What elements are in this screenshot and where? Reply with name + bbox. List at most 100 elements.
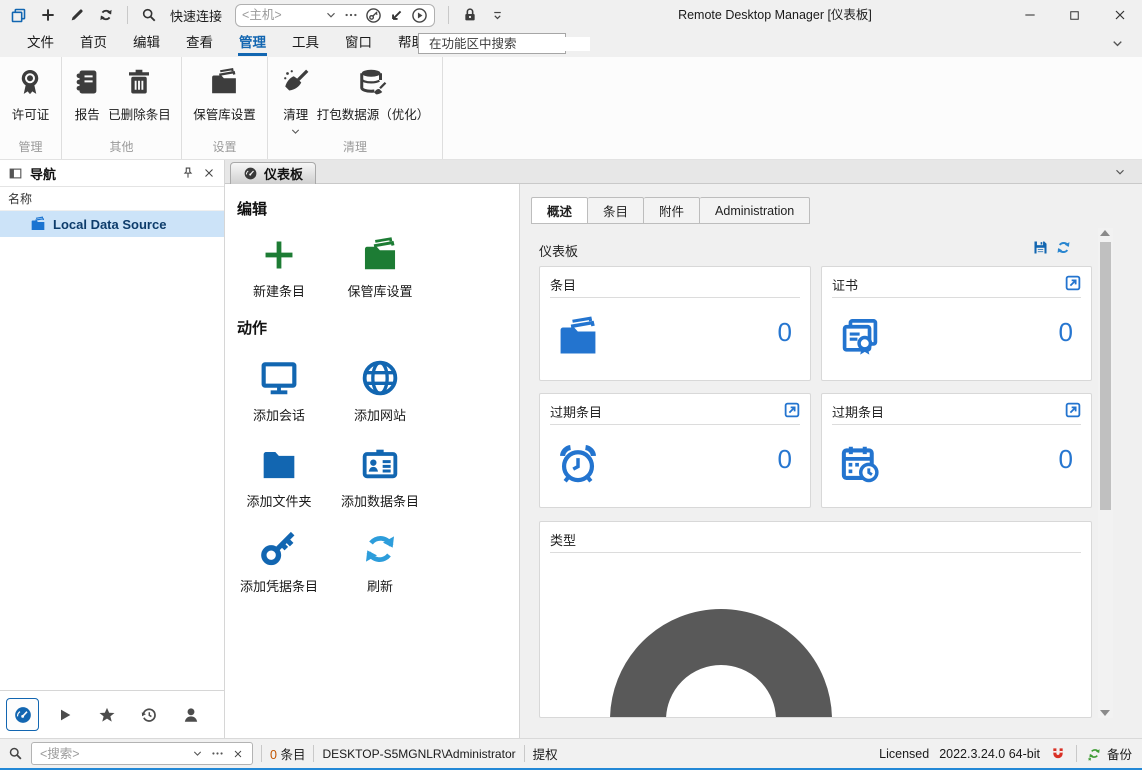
close-button[interactable] [1097,0,1142,30]
edit-pencil-icon[interactable] [69,7,85,23]
sessions-view-button[interactable] [48,698,81,731]
refresh-dashboard-icon[interactable] [1055,239,1072,256]
ribbon-group-cleanup: 清理 打包数据源（优化） 清理 [268,57,443,159]
card-expired-entries-1[interactable]: 过期条目 0 [539,393,811,508]
tab-overview[interactable]: 概述 [531,197,588,224]
ribbon-search-input[interactable] [429,37,590,51]
dashboard-scrollbar[interactable] [1098,228,1113,718]
add-folder-button[interactable]: 添加文件夹 [227,444,331,510]
search-icon [8,746,23,761]
menu-item-tools[interactable]: 工具 [279,30,332,57]
tab-attachments[interactable]: 附件 [644,197,700,224]
backup-sync-icon [1087,746,1102,761]
cleanup-button[interactable]: 清理 [281,65,311,137]
external-link-icon[interactable] [783,401,801,419]
license-badge-icon [15,67,45,97]
quick-connect-box [235,4,435,27]
add-website-button[interactable]: 添加网站 [328,358,432,424]
collapse-ribbon-icon[interactable] [1111,37,1124,50]
certificates-count: 0 [1059,317,1073,348]
vault-settings-edit-button[interactable]: 保管库设置 [328,236,432,300]
tab-administration[interactable]: Administration [700,197,810,224]
quick-connect-label: 快速连接 [170,6,222,25]
ellipsis-icon[interactable] [211,747,224,760]
dashboard-section-title: 仪表板 [539,241,578,260]
menu-item-view[interactable]: 查看 [173,30,226,57]
quick-connect-arrow-icon[interactable] [389,8,404,23]
add-data-entry-button[interactable]: 添加数据条目 [328,444,432,510]
card-divider [550,424,800,425]
card-expired-entries-2[interactable]: 过期条目 0 [821,393,1092,508]
license-button[interactable]: 许可证 [12,65,50,123]
calendar-clock-icon [838,442,882,486]
scrollbar-thumb[interactable] [1100,242,1111,510]
vault-settings-button[interactable]: 保管库设置 [193,65,256,123]
reports-button[interactable]: 报告 [72,65,102,123]
tab-dashboard[interactable]: 仪表板 [230,162,316,184]
expired-entries-count-2: 0 [1059,444,1073,475]
user-view-button[interactable] [174,698,207,731]
user-icon [182,706,200,724]
external-link-icon[interactable] [1064,401,1082,419]
chevron-down-icon[interactable] [325,9,337,21]
menu-item-administration[interactable]: 管理 [226,30,279,57]
statusbar: 0 条目 DESKTOP-S5MGNLR\Administrator 提权 Li… [0,738,1142,768]
titlebar-separator [127,6,128,24]
menu-item-edit[interactable]: 编辑 [120,30,173,57]
card-entries[interactable]: 条目 0 [539,266,811,381]
expired-entries-count-1: 0 [778,444,792,475]
sync-icon [360,529,400,569]
card-certificates[interactable]: 证书 0 [821,266,1092,381]
dashboard-view-button[interactable] [6,698,39,731]
toolbar-options-icon[interactable] [491,9,504,22]
deleted-entries-button[interactable]: 已删除条目 [108,65,171,123]
refresh-button[interactable]: 刷新 [328,529,432,595]
pin-icon[interactable] [181,166,195,180]
scroll-down-arrow[interactable] [1100,710,1110,716]
host-input[interactable] [242,8,318,22]
search-icon[interactable] [141,7,157,23]
new-entry-button[interactable]: 新建条目 [227,236,331,300]
pack-data-source-button[interactable]: 打包数据源（优化） [317,65,430,137]
scroll-up-arrow[interactable] [1100,230,1110,236]
connect-play-icon[interactable] [411,7,428,24]
menu-item-file[interactable]: 文件 [14,30,67,57]
side-toolbar [0,690,225,738]
chevron-down-icon[interactable] [192,748,203,759]
status-search-input[interactable] [40,747,184,761]
save-dashboard-icon[interactable] [1032,239,1049,256]
tab-list-chevron-icon[interactable] [1114,166,1126,178]
navigation-pane-icon [8,166,23,181]
card-types[interactable]: 类型 [539,521,1092,718]
window-title: Remote Desktop Manager [仪表板] [640,0,910,30]
add-icon[interactable] [40,7,56,23]
connect-credentials-icon[interactable] [365,7,382,24]
maximize-button[interactable] [1052,0,1097,30]
refresh-icon[interactable] [98,7,114,23]
broom-icon [281,67,311,97]
ribbon: 许可证 管理 报告 已删除条目 其他 保管库设 [0,57,1142,160]
close-icon[interactable] [202,166,216,180]
lock-icon[interactable] [462,7,478,23]
magnet-icon[interactable] [1050,746,1066,762]
favorites-view-button[interactable] [90,698,123,731]
minimize-button[interactable] [1007,0,1052,30]
menu-item-window[interactable]: 窗口 [332,30,385,57]
ribbon-group-label: 其他 [62,138,181,155]
navigation-panel: 导航 名称 Local Data Source [0,160,225,690]
report-notebook-icon [72,67,102,97]
backup-status[interactable]: 备份 [1087,744,1132,763]
name-column-header[interactable]: 名称 [0,187,224,211]
tree-item-local-data-source[interactable]: Local Data Source [0,211,224,237]
clear-search-icon[interactable] [232,748,244,760]
external-link-icon[interactable] [1064,274,1082,292]
tab-entries[interactable]: 条目 [588,197,644,224]
new-window-icon[interactable] [10,7,27,24]
history-view-button[interactable] [132,698,165,731]
ellipsis-icon[interactable] [344,8,358,22]
certificate-icon [838,315,882,359]
add-session-button[interactable]: 添加会话 [227,358,331,424]
add-credential-button[interactable]: 添加凭据条目 [227,529,331,595]
statusbar-separator [1076,745,1077,762]
menu-item-home[interactable]: 首页 [67,30,120,57]
